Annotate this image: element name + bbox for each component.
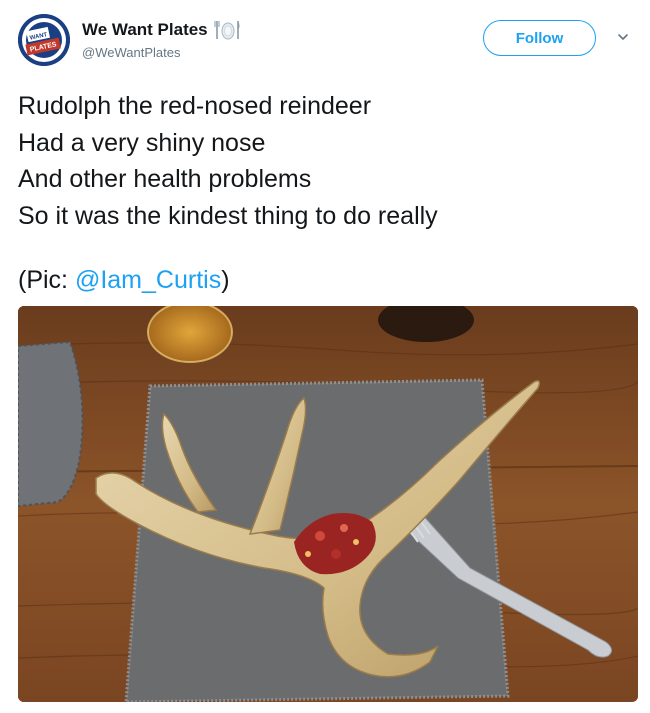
credit-mention-link[interactable]: @Iam_Curtis bbox=[75, 266, 221, 294]
chevron-down-icon[interactable] bbox=[616, 30, 630, 44]
tweet-text: Rudolph the red-nosed reindeer Had a ver… bbox=[18, 88, 628, 234]
tweet-line: And other health problems bbox=[18, 165, 312, 193]
tweet-line: Rudolph the red-nosed reindeer bbox=[18, 92, 372, 120]
tweet-card: WANT PLATES We Want Plates @WeWantPlates bbox=[0, 0, 650, 713]
avatar-logo: WANT PLATES bbox=[18, 14, 70, 66]
display-name[interactable]: We Want Plates bbox=[82, 20, 208, 40]
antler-dish-image bbox=[18, 306, 638, 702]
name-row: We Want Plates bbox=[82, 19, 242, 41]
credit-suffix: ) bbox=[221, 266, 230, 294]
avatar[interactable]: WANT PLATES bbox=[18, 14, 70, 66]
credit-prefix: (Pic: bbox=[18, 266, 75, 294]
plate-cutlery-icon bbox=[214, 19, 242, 41]
tweet-photo[interactable] bbox=[18, 306, 638, 702]
follow-button[interactable]: Follow bbox=[483, 20, 596, 56]
tweet-line: Had a very shiny nose bbox=[18, 128, 266, 157]
tweet-line: So it was the kindest thing to do really bbox=[18, 201, 438, 230]
tweet-header: WANT PLATES We Want Plates @WeWantPlates bbox=[18, 14, 638, 74]
photo-credit: (Pic: @Iam_Curtis) bbox=[18, 265, 230, 295]
account-handle[interactable]: @WeWantPlates bbox=[82, 45, 180, 60]
